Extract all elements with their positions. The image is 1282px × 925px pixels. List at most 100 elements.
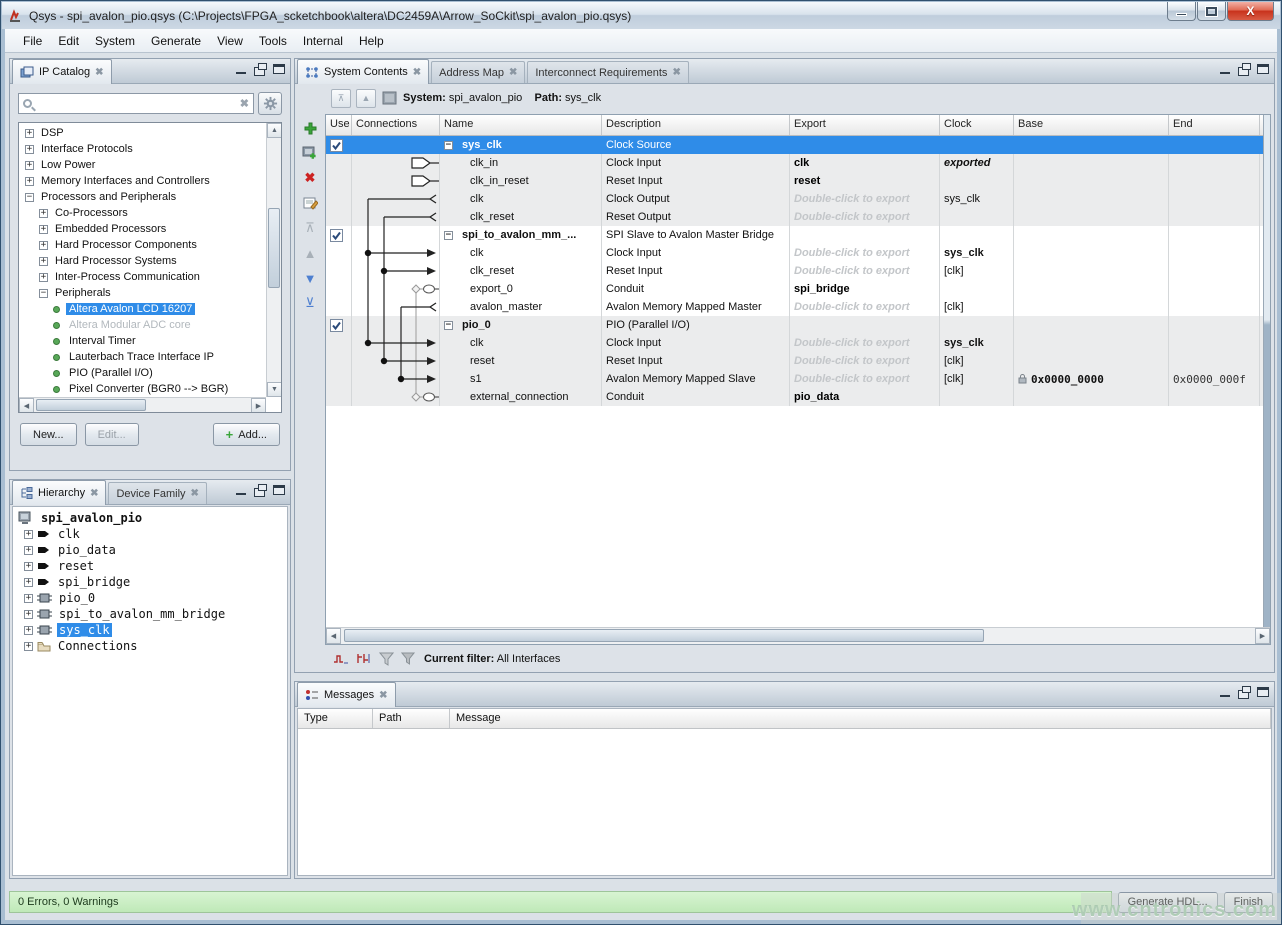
base-cell[interactable]: [1014, 154, 1169, 172]
expand-icon[interactable]: +: [25, 129, 34, 138]
export-value[interactable]: pio_data: [794, 391, 839, 403]
name-cell[interactable]: clk_reset: [440, 208, 602, 226]
expand-icon[interactable]: +: [39, 257, 48, 266]
export-value[interactable]: clk: [794, 157, 809, 169]
ip-tree-item-co-processors[interactable]: +Co-Processors: [19, 205, 266, 221]
export-cell[interactable]: Double-click to export: [790, 208, 940, 226]
ip-search-box[interactable]: ✖: [18, 93, 254, 114]
hierarchy-item-connections[interactable]: +Connections: [16, 638, 287, 654]
base-cell[interactable]: [1014, 352, 1169, 370]
expand-icon[interactable]: +: [25, 145, 34, 154]
move-to-top-level-button[interactable]: ⊼: [331, 89, 351, 108]
use-cell[interactable]: [326, 370, 352, 388]
menu-edit[interactable]: Edit: [50, 31, 87, 51]
column-header-base[interactable]: Base: [1014, 115, 1169, 135]
ip-tree-item-memory-interfaces-and-controllers[interactable]: +Memory Interfaces and Controllers: [19, 173, 266, 189]
tab-address-map[interactable]: Address Map✖: [431, 61, 525, 83]
move-down-icon[interactable]: ▼: [302, 270, 319, 286]
clock-cell[interactable]: [940, 280, 1014, 298]
connections-cell[interactable]: [352, 334, 440, 352]
ip-tree-item-dsp[interactable]: +DSP: [19, 125, 266, 141]
connections-cell[interactable]: [352, 172, 440, 190]
ip-tree-item-low-power[interactable]: +Low Power: [19, 157, 266, 173]
ip-tree-item-processors-and-peripherals[interactable]: −Processors and Peripherals: [19, 189, 266, 205]
use-checkbox[interactable]: [330, 319, 343, 332]
clock-cell[interactable]: [940, 208, 1014, 226]
base-cell[interactable]: [1014, 190, 1169, 208]
export-value[interactable]: Double-click to export: [794, 193, 910, 205]
panel-float-icon[interactable]: [253, 63, 267, 75]
connections-cell[interactable]: [352, 316, 440, 334]
panel-maximize-icon[interactable]: [272, 484, 286, 496]
export-value[interactable]: reset: [794, 175, 820, 187]
expand-icon[interactable]: +: [24, 610, 33, 619]
menu-system[interactable]: System: [87, 31, 143, 51]
hierarchy-item-clk[interactable]: +clk: [16, 526, 287, 542]
column-header-name[interactable]: Name: [440, 115, 602, 135]
clock-cell[interactable]: [940, 316, 1014, 334]
table-horizontal-scrollbar[interactable]: ◀ ▶: [326, 627, 1270, 644]
connections-cell[interactable]: [352, 136, 440, 154]
connections-cell[interactable]: [352, 298, 440, 316]
port-row-clk-reset[interactable]: clk_resetReset OutputDouble-click to exp…: [326, 208, 1270, 226]
expand-icon[interactable]: +: [25, 161, 34, 170]
move-to-top-icon[interactable]: ⊼: [302, 220, 319, 236]
connections-cell[interactable]: [352, 388, 440, 406]
tab-ip-catalog[interactable]: IP Catalog ✖: [12, 59, 112, 84]
expand-icon[interactable]: +: [39, 225, 48, 234]
name-cell[interactable]: −sys_clk: [440, 136, 602, 154]
tab-device-family[interactable]: Device Family✖: [108, 482, 206, 504]
panel-minimize-icon[interactable]: [1218, 686, 1232, 698]
name-cell[interactable]: clk_in_reset: [440, 172, 602, 190]
ip-tree-item-interval-timer[interactable]: Interval Timer: [19, 333, 266, 349]
connections-cell[interactable]: [352, 190, 440, 208]
export-cell[interactable]: Double-click to export: [790, 190, 940, 208]
ip-tree-item-embedded-processors[interactable]: +Embedded Processors: [19, 221, 266, 237]
window-maximize-button[interactable]: [1197, 2, 1226, 21]
name-cell[interactable]: export_0: [440, 280, 602, 298]
port-row-clk[interactable]: clkClock InputDouble-click to exportsys_…: [326, 334, 1270, 352]
port-row-export-0[interactable]: export_0Conduitspi_bridge: [326, 280, 1270, 298]
base-value[interactable]: 0x0000_0000: [1031, 373, 1104, 386]
column-header-connections[interactable]: Connections: [352, 115, 440, 135]
use-cell[interactable]: [326, 388, 352, 406]
tab-close-icon[interactable]: ✖: [509, 67, 517, 78]
base-cell[interactable]: [1014, 280, 1169, 298]
export-cell[interactable]: clk: [790, 154, 940, 172]
filter-remove-icon[interactable]: [401, 652, 417, 666]
name-cell[interactable]: avalon_master: [440, 298, 602, 316]
export-value[interactable]: Double-click to export: [794, 211, 910, 223]
move-up-icon[interactable]: ▲: [302, 245, 319, 261]
tab-hierarchy[interactable]: Hierarchy✖: [12, 480, 106, 505]
export-value[interactable]: Double-click to export: [794, 301, 910, 313]
port-row-clk-reset[interactable]: clk_resetReset InputDouble-click to expo…: [326, 262, 1270, 280]
ip-tree-item-interface-protocols[interactable]: +Interface Protocols: [19, 141, 266, 157]
use-cell[interactable]: [326, 316, 352, 334]
tab-system-contents[interactable]: System Contents✖: [297, 59, 429, 84]
ip-tree-horizontal-scrollbar[interactable]: ◀ ▶: [19, 397, 266, 412]
export-cell[interactable]: [790, 316, 940, 334]
connections-cell[interactable]: [352, 154, 440, 172]
scroll-down-icon[interactable]: ▼: [267, 382, 282, 397]
port-row-clk-in-reset[interactable]: clk_in_resetReset Inputreset: [326, 172, 1270, 190]
base-cell[interactable]: [1014, 388, 1169, 406]
export-cell[interactable]: [790, 226, 940, 244]
column-header-export[interactable]: Export: [790, 115, 940, 135]
clear-search-icon[interactable]: ✖: [240, 97, 249, 110]
component-row-spi-to-avalon-mm-[interactable]: −spi_to_avalon_mm_...SPI Slave to Avalon…: [326, 226, 1270, 244]
panel-float-icon[interactable]: [1237, 63, 1251, 75]
port-row-clk[interactable]: clkClock OutputDouble-click to exportsys…: [326, 190, 1270, 208]
ip-tree-item-altera-avalon-lcd-16207[interactable]: Altera Avalon LCD 16207: [19, 301, 266, 317]
ip-tree-item-altera-modular-adc-core[interactable]: Altera Modular ADC core: [19, 317, 266, 333]
use-checkbox[interactable]: [330, 139, 343, 152]
name-cell[interactable]: s1: [440, 370, 602, 388]
panel-float-icon[interactable]: [1237, 686, 1251, 698]
tab-messages[interactable]: Messages ✖: [297, 682, 396, 707]
ip-tree-item-hard-processor-systems[interactable]: +Hard Processor Systems: [19, 253, 266, 269]
use-checkbox[interactable]: [330, 229, 343, 242]
expand-icon[interactable]: +: [39, 241, 48, 250]
use-cell[interactable]: [326, 154, 352, 172]
menu-internal[interactable]: Internal: [295, 31, 351, 51]
base-cell[interactable]: [1014, 298, 1169, 316]
collapse-icon[interactable]: −: [444, 321, 453, 330]
